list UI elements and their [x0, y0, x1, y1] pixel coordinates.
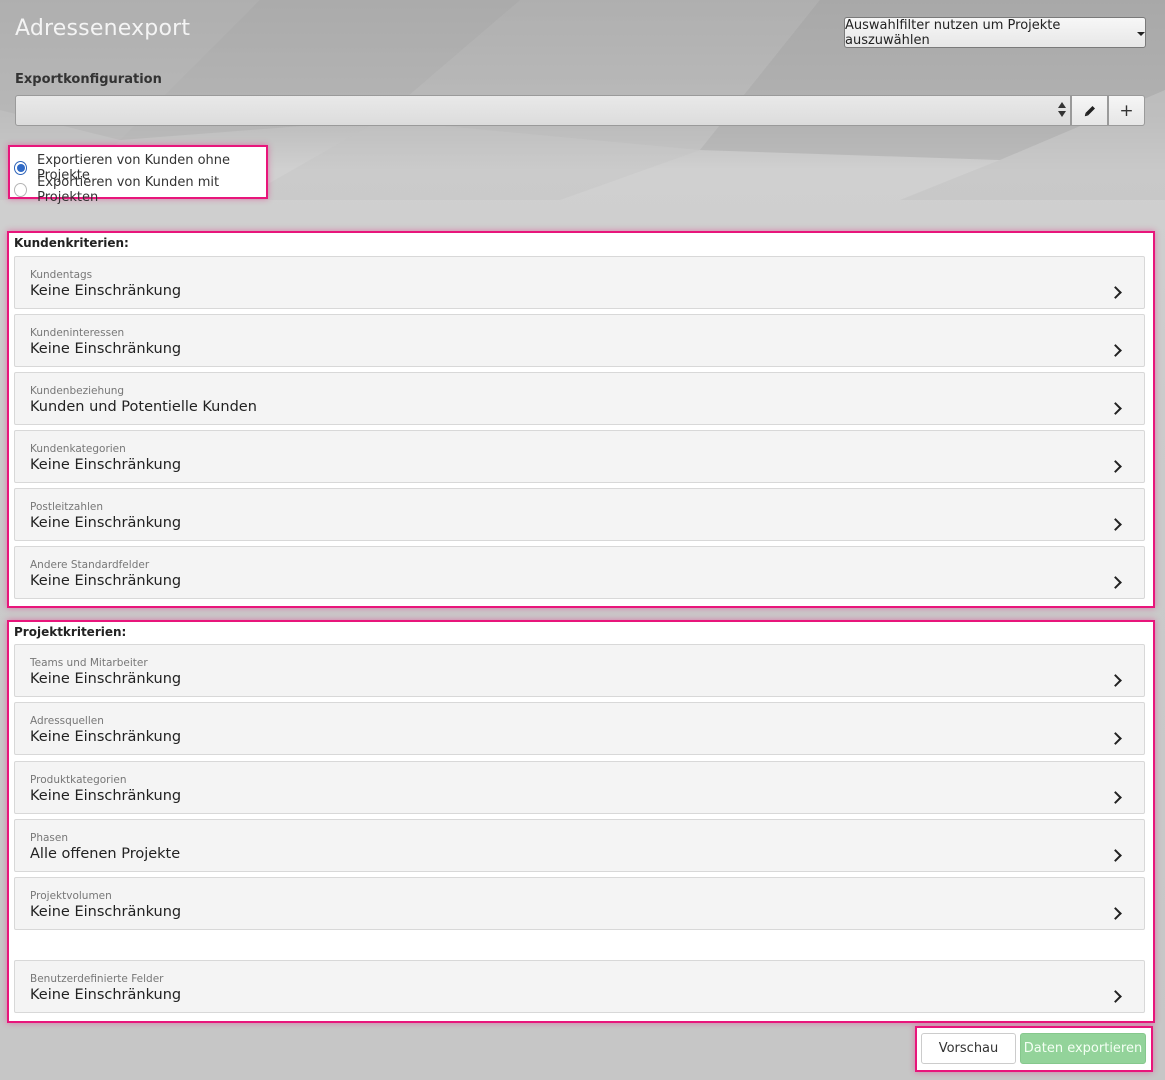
pencil-icon — [1084, 105, 1095, 116]
criterion-value: Keine Einschränkung — [30, 729, 182, 745]
criterion-value: Keine Einschränkung — [30, 788, 182, 804]
criterion-adressquellen[interactable]: Adressquellen Keine Einschränkung — [14, 702, 1145, 755]
criterion-value: Keine Einschränkung — [30, 341, 182, 357]
criterion-projektvolumen[interactable]: Projektvolumen Keine Einschränkung — [14, 877, 1145, 930]
action-buttons-group: Vorschau Daten exportieren — [917, 1028, 1151, 1070]
criterion-label: Postleitzahlen — [30, 501, 104, 513]
chevron-right-icon — [1109, 460, 1122, 473]
select-arrows-icon — [1058, 102, 1066, 120]
criterion-postleitzahlen[interactable]: Postleitzahlen Keine Einschränkung — [14, 488, 1145, 541]
criterion-label: Andere Standardfelder — [30, 559, 150, 571]
chevron-right-icon — [1109, 402, 1122, 415]
filter-button-label: Auswahlfilter nutzen um Projekte auszuwä… — [845, 17, 1061, 48]
criterion-value: Keine Einschränkung — [30, 283, 182, 299]
criterion-label: Teams und Mitarbeiter — [30, 657, 148, 669]
chevron-right-icon — [1109, 286, 1122, 299]
criterion-andere-standardfelder[interactable]: Andere Standardfelder Keine Einschränkun… — [14, 546, 1145, 599]
criterion-kundentags[interactable]: Kundentags Keine Einschränkung — [14, 256, 1145, 309]
chevron-right-icon — [1109, 791, 1122, 804]
chevron-right-icon — [1109, 518, 1122, 531]
criterion-value: Keine Einschränkung — [30, 515, 182, 531]
criterion-phasen[interactable]: Phasen Alle offenen Projekte — [14, 819, 1145, 872]
project-criteria-panel: Projektkriterien: Teams und Mitarbeiter … — [9, 622, 1153, 1021]
criterion-label: Kundeninteressen — [30, 327, 125, 339]
chevron-right-icon — [1109, 849, 1122, 862]
chevron-right-icon — [1109, 732, 1122, 745]
page-title: Adressenexport — [15, 16, 191, 41]
criterion-produktkategorien[interactable]: Produktkategorien Keine Einschränkung — [14, 761, 1145, 814]
chevron-right-icon — [1109, 990, 1122, 1003]
criterion-benutzerdefinierte-felder[interactable]: Benutzerdefinierte Felder Keine Einschrä… — [14, 960, 1145, 1013]
edit-config-button[interactable] — [1071, 95, 1108, 126]
criterion-value: Alle offenen Projekte — [30, 846, 181, 862]
caret-down-icon — [1137, 32, 1145, 36]
customer-criteria-panel: Kundenkriterien: Kundentags Keine Einsch… — [9, 233, 1153, 606]
criterion-value: Keine Einschränkung — [30, 457, 182, 473]
criterion-value: Keine Einschränkung — [30, 987, 182, 1003]
criterion-label: Adressquellen — [30, 715, 104, 727]
criterion-value: Kunden und Potentielle Kunden — [30, 399, 257, 415]
criterion-label: Produktkategorien — [30, 774, 127, 786]
criterion-label: Projektvolumen — [30, 890, 112, 902]
criterion-label: Kundentags — [30, 269, 93, 281]
radio-option-with-projects[interactable]: Exportieren von Kunden mit Projekten — [14, 175, 266, 205]
criterion-kundenkategorien[interactable]: Kundenkategorien Keine Einschränkung — [14, 430, 1145, 483]
radio-unchecked-icon[interactable] — [14, 183, 28, 197]
chevron-right-icon — [1109, 674, 1122, 687]
criterion-label: Kundenkategorien — [30, 443, 126, 455]
chevron-right-icon — [1109, 576, 1122, 589]
add-config-button[interactable]: + — [1108, 95, 1145, 126]
criterion-value: Keine Einschränkung — [30, 904, 182, 920]
criterion-kundenbeziehung[interactable]: Kundenbeziehung Kunden und Potentielle K… — [14, 372, 1145, 425]
radio-option-label: Exportieren von Kunden mit Projekten — [37, 175, 220, 205]
radio-checked-icon[interactable] — [14, 161, 27, 175]
panel-title: Projektkriterien: — [14, 625, 127, 639]
project-filter-dropdown-button[interactable]: Auswahlfilter nutzen um Projekte auszuwä… — [844, 17, 1146, 48]
criterion-value: Keine Einschränkung — [30, 573, 182, 589]
criterion-kundeninteressen[interactable]: Kundeninteressen Keine Einschränkung — [14, 314, 1145, 367]
criterion-teams-und-mitarbeiter[interactable]: Teams und Mitarbeiter Keine Einschränkun… — [14, 644, 1145, 697]
export-config-select[interactable] — [15, 95, 1071, 126]
criterion-label: Phasen — [30, 832, 69, 844]
criterion-value: Keine Einschränkung — [30, 671, 182, 687]
criterion-label: Benutzerdefinierte Felder — [30, 973, 164, 985]
export-config-label: Exportkonfiguration — [15, 72, 162, 87]
panel-title: Kundenkriterien: — [14, 236, 129, 250]
export-mode-radio-group: Exportieren von Kunden ohne Projekte Exp… — [10, 147, 266, 205]
export-data-button[interactable]: Daten exportieren — [1020, 1033, 1146, 1064]
preview-button[interactable]: Vorschau — [921, 1033, 1016, 1064]
chevron-right-icon — [1109, 344, 1122, 357]
criterion-label: Kundenbeziehung — [30, 385, 125, 397]
chevron-right-icon — [1109, 907, 1122, 920]
